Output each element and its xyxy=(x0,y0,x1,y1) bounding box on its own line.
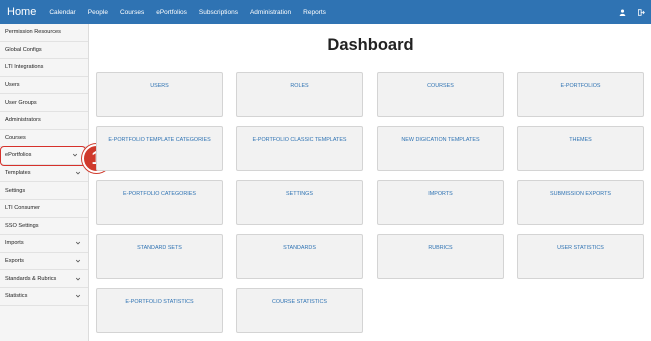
nav-link-eportfolios[interactable]: ePortfolios xyxy=(150,9,193,16)
tile-e-portfolios[interactable]: E-PORTFOLIOS xyxy=(517,72,644,117)
tile-standard-sets[interactable]: STANDARD SETS xyxy=(96,234,223,279)
sidebar-item-lti-integrations[interactable]: LTI Integrations xyxy=(0,59,88,77)
nav-right-icons xyxy=(618,0,645,24)
tile-courses[interactable]: COURSES xyxy=(377,72,504,117)
sidebar-item-label: Standards & Rubrics xyxy=(5,275,57,282)
tile-themes[interactable]: THEMES xyxy=(517,126,644,171)
sidebar-item-label: Permission Resources xyxy=(5,29,61,36)
nav-link-subscriptions[interactable]: Subscriptions xyxy=(193,9,244,16)
sidebar-item-global-configs[interactable]: Global Configs xyxy=(0,42,88,60)
page-title: Dashboard xyxy=(327,36,414,54)
nav-link-calendar[interactable]: Calendar xyxy=(43,9,81,16)
tile-new-digication-templates[interactable]: NEW DIGICATION TEMPLATES xyxy=(377,126,504,171)
nav-link-courses[interactable]: Courses xyxy=(114,9,150,16)
sidebar-item-label: Settings xyxy=(5,187,26,194)
sidebar-item-label: Administrators xyxy=(5,117,41,124)
dashboard-main: Dashboard USERS ROLES COURSES E-PORTFOLI… xyxy=(90,24,651,341)
tile-submission-exports[interactable]: SUBMISSION EXPORTS xyxy=(517,180,644,225)
chevron-down-icon xyxy=(75,293,81,299)
sidebar-item-label: Templates xyxy=(5,170,31,177)
tile-e-portfolio-template-categories[interactable]: E-PORTFOLIO TEMPLATE CATEGORIES xyxy=(96,126,223,171)
tile-standards[interactable]: STANDARDS xyxy=(236,234,363,279)
chevron-down-icon xyxy=(75,258,81,264)
sidebar-item-lti-consumer[interactable]: LTI Consumer xyxy=(0,200,88,218)
sidebar-item-label: ePortfolios xyxy=(5,152,32,159)
sidebar-item-label: Exports xyxy=(5,258,24,265)
sidebar-item-permission-resources[interactable]: Permission Resources xyxy=(0,24,88,42)
sidebar-item-label: Courses xyxy=(5,134,26,141)
sidebar-item-label: LTI Consumer xyxy=(5,205,41,212)
tile-roles[interactable]: ROLES xyxy=(236,72,363,117)
sidebar-item-imports[interactable]: Imports xyxy=(0,235,88,253)
sidebar-item-administrators[interactable]: Administrators xyxy=(0,112,88,130)
nav-link-administration[interactable]: Administration xyxy=(244,9,297,16)
sidebar-item-sso-settings[interactable]: SSO Settings xyxy=(0,218,88,236)
tile-e-portfolio-categories[interactable]: E-PORTFOLIO CATEGORIES xyxy=(96,180,223,225)
admin-sidebar: Permission Resources Global Configs LTI … xyxy=(0,24,89,341)
sidebar-item-eportfolios[interactable]: ePortfolios xyxy=(0,146,86,166)
tile-user-statistics[interactable]: USER STATISTICS xyxy=(517,234,644,279)
top-navbar: Home Calendar People Courses ePortfolios… xyxy=(0,0,651,24)
sidebar-item-users[interactable]: Users xyxy=(0,77,88,95)
sidebar-item-label: Imports xyxy=(5,240,24,247)
nav-link-reports[interactable]: Reports xyxy=(297,9,332,16)
sidebar-item-label: Global Configs xyxy=(5,46,42,53)
chevron-down-icon xyxy=(75,276,81,282)
sidebar-item-templates[interactable]: Templates xyxy=(0,165,88,183)
tile-e-portfolio-classic-templates[interactable]: E-PORTFOLIO CLASSIC TEMPLATES xyxy=(236,126,363,171)
sidebar-item-statistics[interactable]: Statistics xyxy=(0,288,88,306)
sidebar-item-exports[interactable]: Exports xyxy=(0,253,88,271)
sidebar-item-standards-rubrics[interactable]: Standards & Rubrics xyxy=(0,270,88,288)
tile-imports[interactable]: IMPORTS xyxy=(377,180,504,225)
chevron-down-icon xyxy=(75,170,81,176)
sidebar-item-label: Statistics xyxy=(5,293,28,300)
sidebar-item-courses[interactable]: Courses xyxy=(0,130,88,148)
sidebar-item-label: SSO Settings xyxy=(5,222,39,229)
nav-home-link[interactable]: Home xyxy=(0,6,43,18)
nav-link-people[interactable]: People xyxy=(82,9,114,16)
sidebar-item-settings[interactable]: Settings xyxy=(0,182,88,200)
sidebar-item-label: User Groups xyxy=(5,99,37,106)
tile-settings[interactable]: SETTINGS xyxy=(236,180,363,225)
sign-out-icon[interactable] xyxy=(637,8,645,16)
tile-rubrics[interactable]: RUBRICS xyxy=(377,234,504,279)
sidebar-item-label: LTI Integrations xyxy=(5,64,44,71)
chevron-down-icon xyxy=(72,152,78,158)
tile-users[interactable]: USERS xyxy=(96,72,223,117)
tile-course-statistics[interactable]: COURSE STATISTICS xyxy=(236,288,363,333)
sidebar-item-user-groups[interactable]: User Groups xyxy=(0,94,88,112)
user-icon[interactable] xyxy=(618,8,626,16)
sidebar-item-label: Users xyxy=(5,82,20,89)
tile-e-portfolio-statistics[interactable]: E-PORTFOLIO STATISTICS xyxy=(96,288,223,333)
chevron-down-icon xyxy=(75,240,81,246)
